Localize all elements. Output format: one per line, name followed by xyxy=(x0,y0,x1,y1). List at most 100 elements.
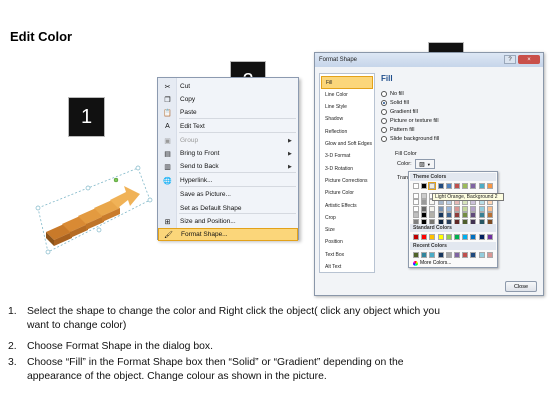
recent-color-swatch[interactable] xyxy=(486,252,493,258)
theme-color-swatch[interactable] xyxy=(421,183,428,189)
menu-item-set-as-default-shape[interactable]: Set as Default Shape xyxy=(158,202,298,215)
menu-item-format-shape[interactable]: 🖌 Format Shape... xyxy=(158,228,298,241)
recent-color-swatch[interactable] xyxy=(462,252,469,258)
theme-color-swatch[interactable] xyxy=(437,212,444,218)
nav-item-position[interactable]: Position xyxy=(321,236,373,249)
theme-color-swatch[interactable] xyxy=(429,205,436,212)
theme-color-swatch[interactable] xyxy=(413,212,419,218)
recent-color-swatch[interactable] xyxy=(478,252,485,258)
nav-item-size[interactable]: Size xyxy=(321,224,373,237)
theme-color-swatch[interactable] xyxy=(413,199,419,205)
nav-item-text-box[interactable]: Text Box xyxy=(321,248,373,261)
theme-color-swatch[interactable] xyxy=(462,212,469,218)
theme-color-swatch[interactable] xyxy=(428,182,437,190)
nav-item-fill[interactable]: Fill xyxy=(321,76,373,89)
nav-item-alt-text[interactable]: Alt Text xyxy=(321,261,373,274)
menu-item-send-to-back[interactable]: ▥ Send to Back ▶ xyxy=(158,160,298,173)
radio-button[interactable] xyxy=(381,136,387,142)
radio-button[interactable] xyxy=(381,109,387,115)
standard-color-swatch[interactable] xyxy=(437,234,444,240)
theme-color-swatch[interactable] xyxy=(437,205,444,212)
fill-option-slide-background-fill[interactable]: Slide background fill xyxy=(381,136,439,142)
menu-item-edit-text[interactable]: A Edit Text xyxy=(158,120,298,133)
nav-item-3-d-rotation[interactable]: 3-D Rotation xyxy=(321,162,373,175)
nav-item-line-color[interactable]: Line Color xyxy=(321,88,373,101)
theme-color-swatch[interactable] xyxy=(470,212,477,218)
recent-color-swatch[interactable] xyxy=(470,252,477,258)
theme-color-swatch[interactable] xyxy=(470,183,477,189)
theme-color-swatch[interactable] xyxy=(421,212,428,218)
recent-color-swatch[interactable] xyxy=(454,252,460,258)
standard-color-swatch[interactable] xyxy=(429,234,436,240)
theme-color-swatch[interactable] xyxy=(486,205,493,212)
fill-option-pattern-fill[interactable]: Pattern fill xyxy=(381,127,414,133)
theme-color-swatch[interactable] xyxy=(462,205,469,212)
fill-option-gradient-fill[interactable]: Gradient fill xyxy=(381,109,418,115)
theme-color-swatch[interactable] xyxy=(478,183,485,189)
theme-color-swatch[interactable] xyxy=(421,205,428,212)
theme-color-swatch[interactable] xyxy=(454,205,460,212)
theme-color-swatch[interactable] xyxy=(454,183,460,189)
nav-item-crop[interactable]: Crop xyxy=(321,211,373,224)
theme-color-swatch[interactable] xyxy=(478,205,485,212)
fill-option-no-fill[interactable]: No fill xyxy=(381,91,404,97)
theme-color-swatch[interactable] xyxy=(462,183,469,189)
theme-color-swatch[interactable] xyxy=(478,212,485,218)
nav-item-3-d-format[interactable]: 3-D Format xyxy=(321,150,373,163)
recent-color-swatch[interactable] xyxy=(421,252,428,258)
standard-color-swatch[interactable] xyxy=(486,234,493,240)
theme-color-swatch[interactable] xyxy=(486,183,493,189)
nav-item-picture-color[interactable]: Picture Color xyxy=(321,187,373,200)
standard-color-swatch[interactable] xyxy=(445,234,452,240)
color-picker-button[interactable]: ▨ ▼ xyxy=(415,159,435,169)
nav-item-reflection[interactable]: Reflection xyxy=(321,125,373,138)
theme-color-swatch[interactable] xyxy=(445,205,452,212)
radio-button[interactable] xyxy=(381,118,387,124)
radio-button[interactable] xyxy=(381,100,387,106)
close-icon[interactable]: × xyxy=(518,55,540,64)
more-colors-option[interactable]: More Colors... xyxy=(413,260,451,266)
fill-option-picture-or-texture-fill[interactable]: Picture or texture fill xyxy=(381,118,439,124)
fill-option-solid-fill[interactable]: Solid fill xyxy=(381,100,409,106)
menu-item-size-and-position[interactable]: ⊞ Size and Position... xyxy=(158,215,298,228)
recent-color-swatch[interactable] xyxy=(437,252,444,258)
recent-color-swatch[interactable] xyxy=(429,252,436,258)
standard-color-swatch[interactable] xyxy=(478,234,485,240)
recent-color-swatch[interactable] xyxy=(413,252,419,258)
standard-color-swatch[interactable] xyxy=(462,234,469,240)
theme-color-swatch[interactable] xyxy=(429,212,436,218)
close-button[interactable]: Close xyxy=(505,281,537,292)
theme-color-swatch[interactable] xyxy=(437,183,444,189)
menu-item-hyperlink[interactable]: 🌐 Hyperlink... xyxy=(158,174,298,187)
theme-color-swatch[interactable] xyxy=(470,205,477,212)
menu-item-bring-to-front[interactable]: ▤ Bring to Front ▶ xyxy=(158,147,298,160)
theme-color-swatch[interactable] xyxy=(454,212,460,218)
nav-item-glow-and-soft-edges[interactable]: Glow and Soft Edges xyxy=(321,138,373,151)
nav-item-shadow[interactable]: Shadow xyxy=(321,113,373,126)
nav-item-line-style[interactable]: Line Style xyxy=(321,101,373,114)
theme-color-swatch[interactable] xyxy=(413,205,419,212)
recent-color-swatch[interactable] xyxy=(445,252,452,258)
help-button[interactable]: ? xyxy=(504,55,516,64)
standard-color-swatch[interactable] xyxy=(454,234,460,240)
radio-button[interactable] xyxy=(381,91,387,97)
standard-color-swatch[interactable] xyxy=(470,234,477,240)
menu-item-cut[interactable]: ✂ Cut xyxy=(158,80,298,93)
menu-item-paste[interactable]: 📋 Paste xyxy=(158,106,298,119)
menu-item-copy[interactable]: ❐ Copy xyxy=(158,93,298,106)
theme-color-swatch[interactable] xyxy=(421,199,428,205)
theme-color-swatch[interactable] xyxy=(421,192,428,199)
radio-button[interactable] xyxy=(381,127,387,133)
nav-item-picture-corrections[interactable]: Picture Corrections xyxy=(321,174,373,187)
theme-color-swatch[interactable] xyxy=(413,192,419,199)
theme-color-swatch[interactable] xyxy=(445,183,452,189)
theme-color-swatch[interactable] xyxy=(486,212,493,218)
menu-item-save-as-picture[interactable]: Save as Picture... xyxy=(158,188,298,201)
menu-item-group[interactable]: ▣ Group ▶ xyxy=(158,134,298,147)
standard-color-swatch[interactable] xyxy=(421,234,428,240)
standard-color-swatch[interactable] xyxy=(413,234,419,240)
selected-shape[interactable] xyxy=(26,160,156,270)
nav-item-artistic-effects[interactable]: Artistic Effects xyxy=(321,199,373,212)
theme-color-swatch[interactable] xyxy=(445,212,452,218)
theme-color-swatch[interactable] xyxy=(413,183,419,189)
